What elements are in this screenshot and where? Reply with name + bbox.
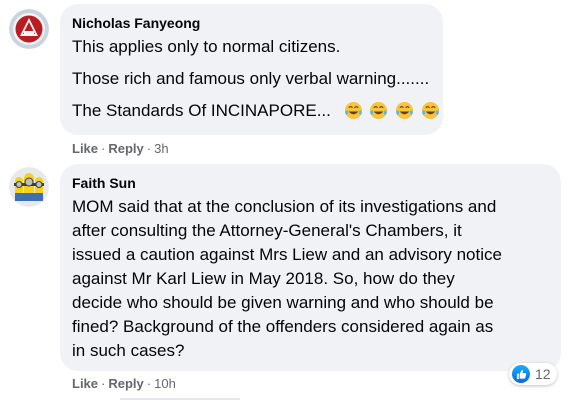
comment-body: MOM said that at the conclusion of its i… xyxy=(72,195,502,363)
face-with-tears-of-joy-icon xyxy=(370,101,388,119)
comment-line: after consulting the Attorney-General's … xyxy=(72,221,462,240)
separator-dot: · xyxy=(101,141,106,156)
reply-link[interactable]: Reply xyxy=(108,376,143,391)
comment-line: MOM said that at the conclusion of its i… xyxy=(72,197,497,216)
comment-line: against Mr Karl Liew in May 2018. So, ho… xyxy=(72,269,455,288)
separator-dot: · xyxy=(146,141,152,156)
timestamp[interactable]: 3h xyxy=(154,141,168,156)
avatar-faith[interactable] xyxy=(9,167,49,207)
timestamp[interactable]: 10h xyxy=(154,376,176,391)
comment-body: This applies only to normal citizens. Th… xyxy=(72,35,442,124)
like-link[interactable]: Like xyxy=(72,141,98,156)
separator-dot: · xyxy=(146,376,152,391)
thumbs-up-icon xyxy=(512,365,530,383)
avatar-image xyxy=(9,167,49,207)
avatar-nicholas[interactable] xyxy=(9,9,49,49)
comment-line: in such cases? xyxy=(72,341,185,360)
emoji-group xyxy=(344,100,442,124)
face-with-tears-of-joy-icon xyxy=(421,101,439,119)
comment-line: issued a caution against Mrs Liew and an… xyxy=(72,245,502,264)
comment-line: This applies only to normal citizens. xyxy=(72,37,341,56)
comment-line-text: The Standards Of INCINAPORE... xyxy=(72,101,331,120)
comment-actions: Like · Reply · 10h xyxy=(72,376,176,391)
face-with-tears-of-joy-icon xyxy=(344,101,362,119)
face-with-tears-of-joy-icon xyxy=(396,101,414,119)
reply-link[interactable]: Reply xyxy=(108,141,143,156)
comment-line: fined? Background of the offenders consi… xyxy=(72,317,494,336)
comment-line: Those rich and famous only verbal warnin… xyxy=(72,69,430,88)
author-name[interactable]: Faith Sun xyxy=(72,175,136,191)
author-name[interactable]: Nicholas Fanyeong xyxy=(72,15,200,31)
like-link[interactable]: Like xyxy=(72,376,98,391)
separator-dot: · xyxy=(101,376,106,391)
reaction-count: 12 xyxy=(535,366,551,382)
avatar-image xyxy=(9,9,49,49)
comment-line: decide who should be given warning and w… xyxy=(72,293,494,312)
comment-line: The Standards Of INCINAPORE... xyxy=(72,99,442,124)
reactions-badge[interactable]: 12 xyxy=(509,363,557,385)
comment-actions: Like · Reply · 3h xyxy=(72,141,169,156)
